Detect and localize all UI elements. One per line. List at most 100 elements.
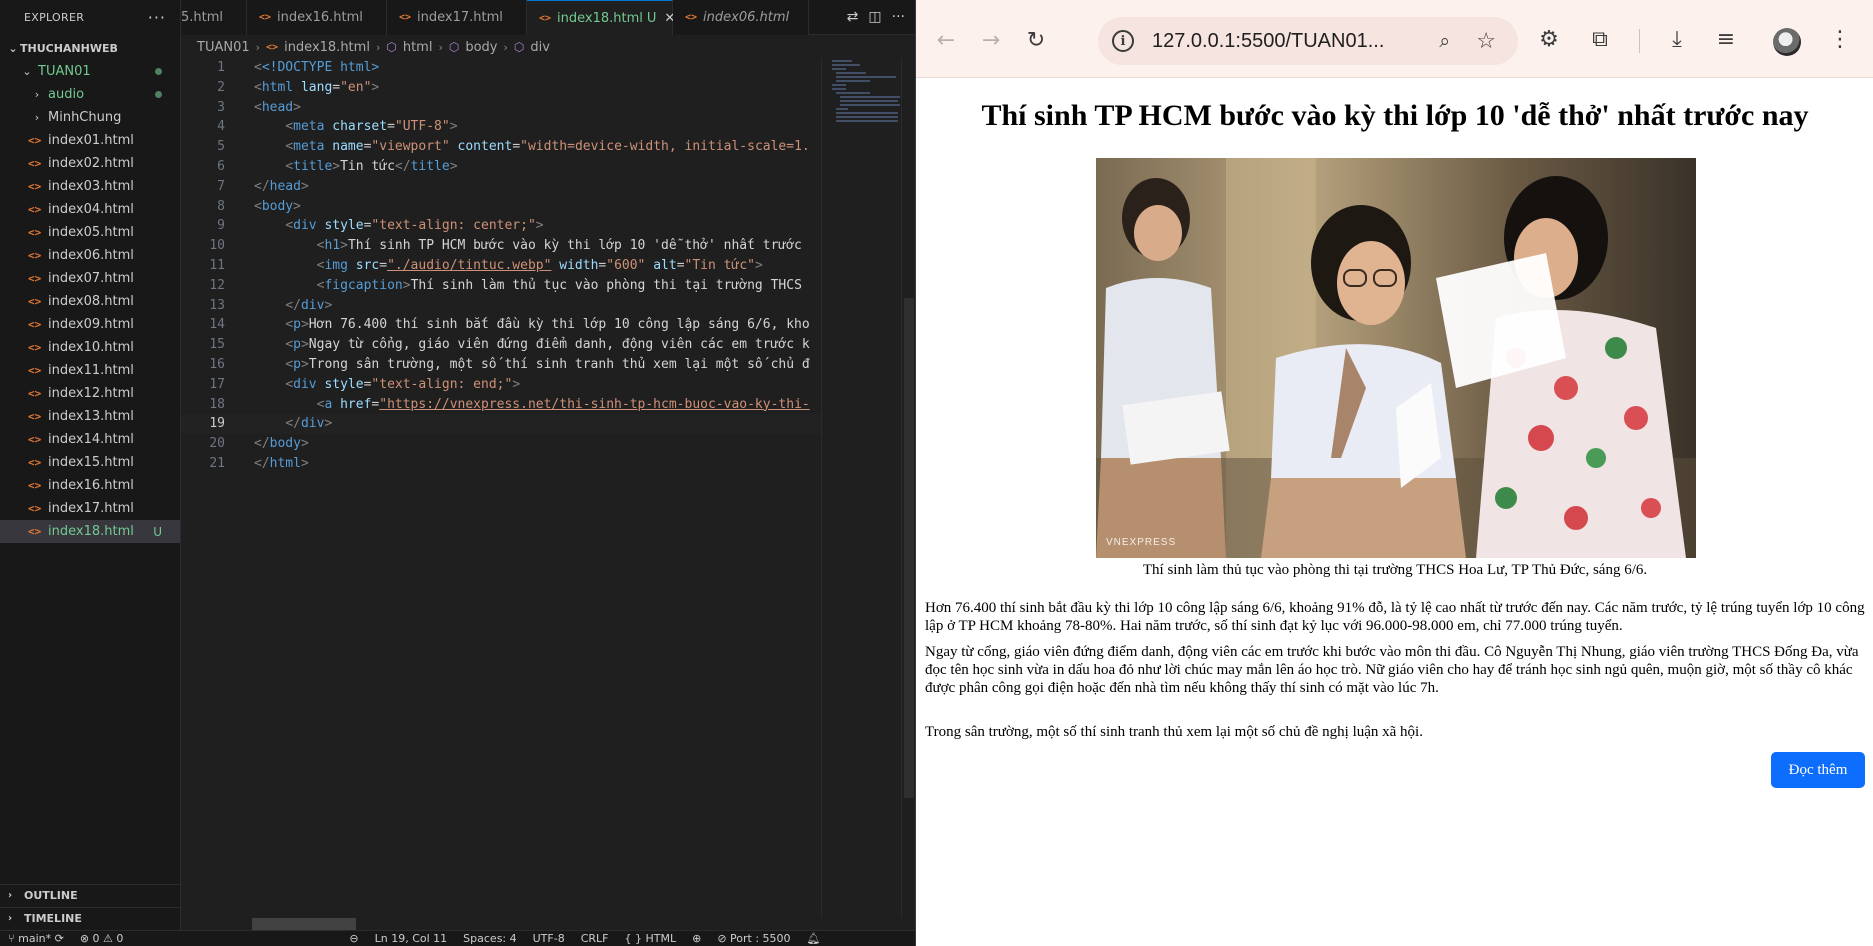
more-actions-icon[interactable]: ···: [148, 8, 166, 27]
tab-5-html[interactable]: 5.html: [181, 0, 247, 35]
file-item[interactable]: <> index16.html: [0, 474, 180, 497]
chevron-right-icon: ›: [8, 913, 13, 924]
breadcrumb-item[interactable]: body: [465, 40, 497, 55]
html-file-icon: <>: [28, 502, 42, 515]
file-label: index18.html: [48, 524, 134, 539]
attr-value: "text-align: end;": [371, 376, 513, 392]
file-item[interactable]: <> index09.html: [0, 313, 180, 336]
file-item[interactable]: <> index14.html: [0, 428, 180, 451]
breadcrumb-item[interactable]: html: [403, 40, 433, 55]
zoom-icon[interactable]: ⌕: [1439, 30, 1450, 52]
html-file-icon: <>: [28, 249, 42, 262]
file-item[interactable]: <> index17.html: [0, 497, 180, 520]
tab-index17[interactable]: <> index17.html: [387, 0, 527, 35]
indent-status[interactable]: Spaces: 4: [455, 932, 524, 945]
bookmark-star-icon[interactable]: ☆: [1476, 29, 1496, 54]
tab-index16[interactable]: <> index16.html: [247, 0, 387, 35]
file-item[interactable]: <> index13.html: [0, 405, 180, 428]
file-item[interactable]: <> index06.html: [0, 244, 180, 267]
language-status[interactable]: { } HTML: [616, 932, 684, 945]
vnexpress-watermark: VNEXPRESS: [1106, 537, 1177, 548]
folder-tuan01[interactable]: ⌄ TUAN01: [0, 60, 180, 83]
line-number: 12: [209, 277, 225, 293]
vscode-window: EXPLORER ··· ⌄ THUCHANHWEB ⌄ TUAN01 › au…: [0, 0, 915, 946]
back-arrow-icon[interactable]: ←: [928, 22, 964, 58]
reload-icon[interactable]: ↻: [1018, 22, 1054, 58]
minimap[interactable]: [821, 58, 901, 918]
compare-changes-icon[interactable]: ⇄: [847, 9, 859, 25]
file-label: index02.html: [48, 156, 134, 171]
code-text: Thí sinh làm thủ tục vào phòng thi tại t…: [410, 277, 802, 293]
code-editor[interactable]: 1 <<!DOCTYPE html> 2 <html lang="en"> 3 <he…: [181, 58, 821, 918]
code-line: 5 <meta name="viewport" content="width=d…: [181, 137, 821, 157]
chevron-right-icon: ›: [255, 40, 261, 54]
code-line: 3 <head>: [181, 98, 821, 118]
cursor-position[interactable]: Ln 19, Col 11: [367, 932, 456, 945]
line-number: 6: [217, 158, 225, 174]
horizontal-scrollbar[interactable]: [252, 918, 356, 930]
students-photo: [1096, 158, 1696, 558]
split-editor-icon[interactable]: ◫: [868, 9, 881, 25]
workspace-root[interactable]: ⌄ THUCHANHWEB: [0, 37, 180, 60]
live-server-status[interactable]: ⊘ Port : 5500: [709, 932, 798, 945]
url-text: 127.0.0.1:5500/TUAN01...: [1152, 29, 1385, 52]
line-number: 2: [217, 79, 225, 95]
problems-status[interactable]: ⊗ 0 ⚠ 0: [72, 932, 132, 945]
file-item[interactable]: <> index04.html: [0, 198, 180, 221]
read-more-button[interactable]: Đọc thêm: [1771, 752, 1865, 788]
branch-status[interactable]: ⑂ main* ⟳: [0, 932, 72, 945]
modified-dot-icon: [155, 91, 162, 98]
element-icon: ⬡: [513, 40, 525, 54]
encoding-status[interactable]: UTF-8: [525, 932, 573, 945]
more-actions-icon[interactable]: ···: [892, 9, 905, 25]
file-item[interactable]: <> index12.html: [0, 382, 180, 405]
vertical-scrollbar[interactable]: [901, 58, 915, 918]
media-control-icon[interactable]: ≡: [1709, 22, 1743, 56]
file-label: index09.html: [48, 317, 134, 332]
line-number: 8: [217, 198, 225, 214]
zoom-icon[interactable]: ⊖: [341, 932, 366, 945]
download-icon[interactable]: ⤓: [1660, 22, 1694, 56]
extensions-puzzle-icon[interactable]: ⧉: [1583, 22, 1617, 56]
folder-minhchung[interactable]: › MinhChung: [0, 106, 180, 129]
extension-translate-icon[interactable]: ⚙: [1532, 22, 1566, 56]
html-file-icon: <>: [28, 318, 42, 331]
file-item[interactable]: <> index15.html: [0, 451, 180, 474]
tab-index06[interactable]: <> index06.html: [673, 0, 809, 35]
outline-section[interactable]: › OUTLINE: [0, 884, 181, 906]
file-item[interactable]: <> index11.html: [0, 359, 180, 382]
forward-arrow-icon[interactable]: →: [973, 22, 1009, 58]
file-label: index03.html: [48, 179, 134, 194]
folder-label: MinhChung: [48, 110, 122, 125]
file-item[interactable]: <> index01.html: [0, 129, 180, 152]
breadcrumb-item[interactable]: TUAN01: [197, 40, 250, 55]
address-bar[interactable]: i 127.0.0.1:5500/TUAN01... ⌕ ☆: [1098, 17, 1518, 65]
chevron-right-icon: ›: [438, 40, 443, 54]
file-item[interactable]: <> index02.html: [0, 152, 180, 175]
line-number: 17: [209, 376, 225, 392]
file-item[interactable]: <> index10.html: [0, 336, 180, 359]
folder-audio[interactable]: › audio: [0, 83, 180, 106]
profile-avatar[interactable]: [1773, 28, 1801, 56]
breadcrumb-item[interactable]: index18.html: [284, 40, 370, 55]
line-number: 15: [209, 337, 225, 353]
line-number: 4: [217, 119, 225, 135]
line-number: 3: [217, 99, 225, 115]
attr-value: "600": [606, 257, 646, 273]
eol-status[interactable]: CRLF: [573, 932, 617, 945]
code-text: Tin tức: [340, 158, 395, 174]
site-info-icon[interactable]: i: [1112, 30, 1134, 52]
file-label: index16.html: [48, 478, 134, 493]
file-item[interactable]: <> index18.html U: [0, 520, 180, 543]
timeline-section[interactable]: › TIMELINE: [0, 907, 181, 929]
file-item[interactable]: <> index03.html: [0, 175, 180, 198]
file-item[interactable]: <> index08.html: [0, 290, 180, 313]
file-item[interactable]: <> index05.html: [0, 221, 180, 244]
menu-kebab-icon[interactable]: ⋮: [1823, 22, 1857, 56]
bell-icon[interactable]: 🔔︎: [799, 932, 829, 945]
globe-icon[interactable]: ⊕: [684, 932, 709, 945]
line-number: 11: [209, 257, 225, 273]
breadcrumb-item[interactable]: div: [530, 40, 550, 55]
tab-index18[interactable]: <> index18.html U ✕: [527, 0, 675, 35]
file-item[interactable]: <> index07.html: [0, 267, 180, 290]
